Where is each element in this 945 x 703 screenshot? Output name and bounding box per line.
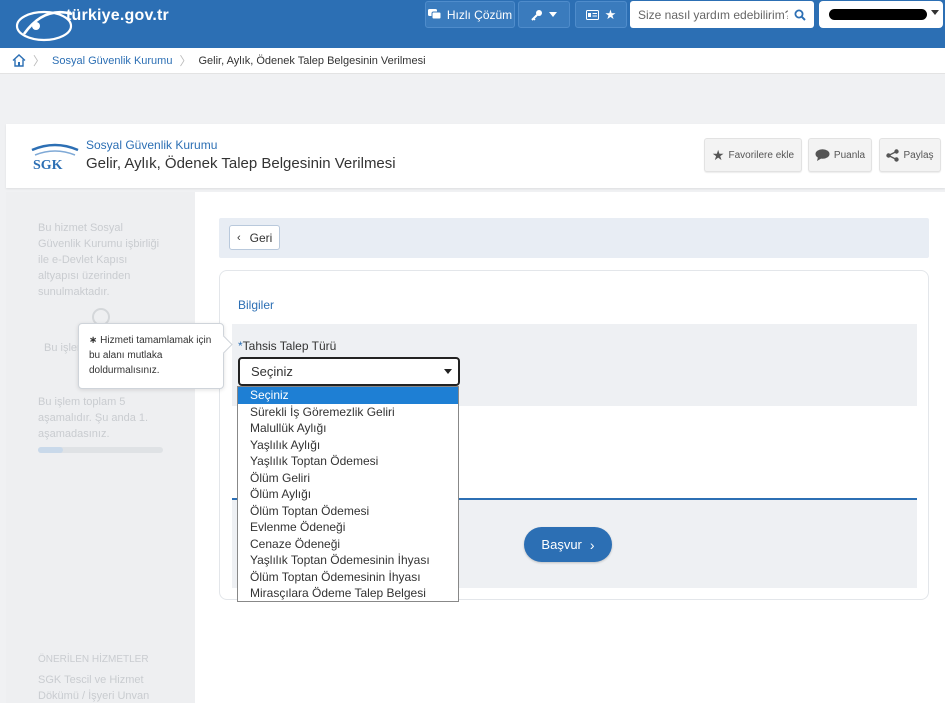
- caret-down-icon: [444, 369, 452, 374]
- search-icon[interactable]: [794, 9, 806, 21]
- sidebar: Bu hizmet Sosyal Güvenlik Kurumu işbirli…: [6, 192, 195, 703]
- id-card-icon: [585, 9, 599, 20]
- rate-button[interactable]: Puanla: [808, 138, 872, 172]
- breadcrumb-separator: 〉: [33, 54, 46, 68]
- service-organization: Sosyal Güvenlik Kurumu: [86, 138, 218, 152]
- search-box[interactable]: [630, 1, 814, 28]
- required-field-tooltip: ∗ Hizmeti tamamlamak için bu alanı mutla…: [78, 323, 224, 389]
- apply-label: Başvur: [541, 537, 582, 552]
- login-menu-button[interactable]: [518, 1, 570, 28]
- chevron-left-icon: ‹: [237, 231, 241, 244]
- quick-solution-button[interactable]: Hızlı Çözüm: [425, 1, 515, 28]
- share-icon: [886, 148, 900, 162]
- key-icon: [531, 9, 542, 21]
- sidebar-info-text: Bu hizmet Sosyal Güvenlik Kurumu işbirli…: [38, 222, 160, 298]
- search-input[interactable]: [638, 7, 788, 22]
- service-title: Gelir, Aylık, Ödenek Talep Belgesinin Ve…: [86, 155, 396, 172]
- dropdown-option[interactable]: Ölüm Toptan Ödemesinin İhyası: [238, 569, 458, 586]
- add-favorite-label: Favorilere ekle: [728, 149, 795, 161]
- chevron-down-icon: [931, 10, 939, 15]
- logo-text: türkiye.gov.tr: [66, 7, 169, 24]
- dropdown-option[interactable]: Seçiniz: [238, 387, 458, 404]
- sgk-logo-icon: SGK: [31, 143, 79, 172]
- share-button[interactable]: Paylaş: [879, 138, 941, 172]
- home-icon[interactable]: [12, 54, 26, 67]
- dropdown-option[interactable]: Evlenme Ödeneği: [238, 519, 458, 536]
- back-bar: ‹ Geri: [219, 218, 929, 258]
- asterisk-icon: ∗: [89, 335, 101, 346]
- breadcrumb-item-current: Gelir, Aylık, Ödenek Talep Belgesinin Ve…: [198, 54, 426, 67]
- dropdown-option[interactable]: Mirasçılara Ödeme Talep Belgesi: [238, 585, 458, 602]
- field-label: *Tahsis Talep Türü: [238, 339, 337, 353]
- add-favorite-button[interactable]: ★ Favorilere ekle: [704, 138, 802, 172]
- comment-icon: [815, 149, 830, 161]
- apply-button[interactable]: Başvur ›: [524, 527, 612, 562]
- dropdown-option[interactable]: Ölüm Toptan Ödemesi: [238, 503, 458, 520]
- dropdown-option[interactable]: Ölüm Aylığı: [238, 486, 458, 503]
- back-label: Geri: [249, 230, 273, 245]
- dropdown-option[interactable]: Cenaze Ödeneği: [238, 536, 458, 553]
- recommended-title: ÖNERİLEN HİZMETLER: [38, 654, 149, 665]
- id-favorites-button[interactable]: ★: [575, 1, 627, 28]
- breadcrumb: 〉 Sosyal Güvenlik Kurumu 〉 Gelir, Aylık,…: [0, 48, 945, 74]
- chat-bubble-icon: [427, 8, 441, 19]
- back-button[interactable]: ‹ Geri: [229, 225, 280, 250]
- chevron-down-icon: [549, 12, 557, 17]
- star-icon: ★: [604, 6, 617, 22]
- service-header: SGK Sosyal Güvenlik Kurumu Gelir, Aylık,…: [6, 124, 945, 188]
- dropdown-option[interactable]: Yaşlılık Toptan Ödemesi: [238, 453, 458, 470]
- tooltip-text: Hizmeti tamamlamak için bu alanı mutlaka…: [89, 335, 212, 376]
- step-progress-bar: [38, 447, 163, 453]
- dropdown-option[interactable]: Yaşlılık Aylığı: [238, 437, 458, 454]
- star-icon: ★: [711, 146, 725, 163]
- svg-text:SGK: SGK: [33, 158, 63, 172]
- redacted-username: [829, 9, 927, 20]
- user-menu[interactable]: [819, 1, 943, 28]
- request-type-select[interactable]: Seçiniz: [238, 357, 460, 386]
- dropdown-option[interactable]: Yaşlılık Toptan Ödemesinin İhyası: [238, 552, 458, 569]
- request-type-dropdown-list: Seçiniz Sürekli İş Göremezlik Geliri Malul…: [237, 386, 459, 602]
- dropdown-option[interactable]: Sürekli İş Göremezlik Geliri: [238, 404, 458, 421]
- section-title: Bilgiler: [238, 298, 275, 312]
- share-label: Paylaş: [903, 149, 934, 161]
- sidebar-steps-text: Bu işlem toplam 5 aşamalıdır. Şu anda 1.…: [38, 396, 149, 440]
- select-value: Seçiniz: [251, 364, 293, 379]
- top-header: türkiye.gov.tr Hızlı Çözüm ★: [0, 0, 945, 48]
- breadcrumb-separator: 〉: [179, 54, 192, 68]
- breadcrumb-item-sgk[interactable]: Sosyal Güvenlik Kurumu: [52, 55, 172, 67]
- quick-solution-label: Hızlı Çözüm: [446, 7, 513, 22]
- dropdown-option[interactable]: Malullük Aylığı: [238, 420, 458, 437]
- rate-label: Puanla: [833, 149, 866, 161]
- recommended-item[interactable]: SGK Tescil ve Hizmet Dökümü / İşyeri Unv…: [38, 672, 168, 703]
- dropdown-option[interactable]: Ölüm Geliri: [238, 470, 458, 487]
- chevron-right-icon: ›: [589, 536, 595, 553]
